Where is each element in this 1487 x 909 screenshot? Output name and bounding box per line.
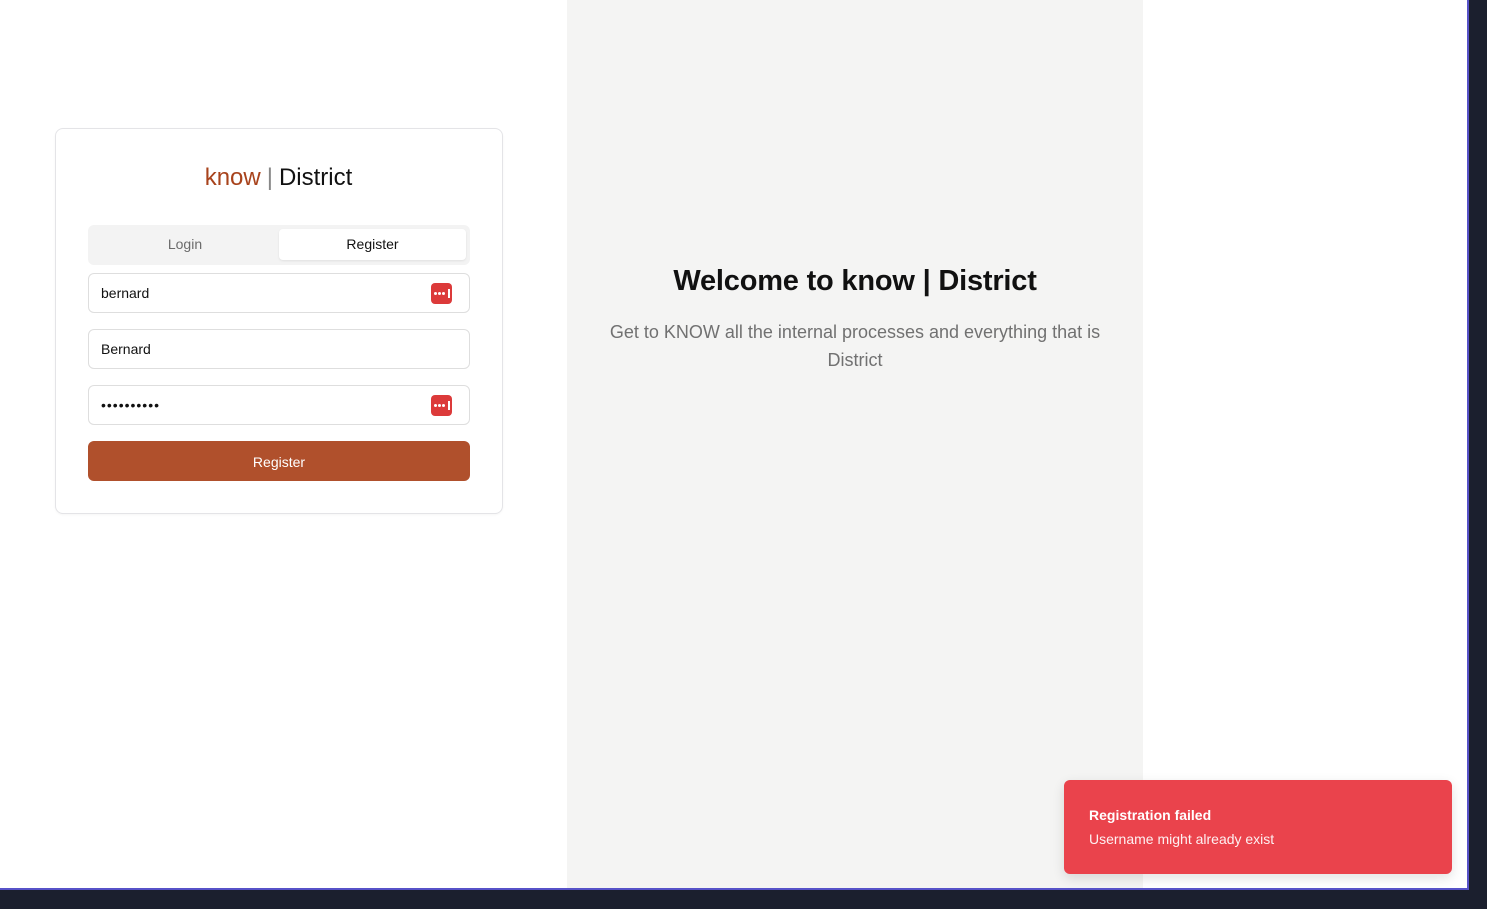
tab-register[interactable]: Register <box>279 229 466 260</box>
auth-tabs: Login Register <box>88 225 470 265</box>
tab-login[interactable]: Login <box>92 229 278 260</box>
display-name-input[interactable] <box>101 330 421 368</box>
display-name-field <box>88 329 470 369</box>
brand-know: know <box>204 164 261 191</box>
password-input[interactable] <box>101 386 421 424</box>
error-toast[interactable]: Registration failed Username might alrea… <box>1064 780 1452 874</box>
register-button[interactable]: Register <box>88 441 470 481</box>
password-manager-icon[interactable] <box>431 283 452 304</box>
brand-district: District <box>278 164 353 191</box>
brand-separator: | <box>266 164 273 191</box>
welcome-title: Welcome to know | District <box>673 265 1037 297</box>
username-input[interactable] <box>101 274 421 312</box>
toast-description: Username might already exist <box>1089 831 1275 847</box>
welcome-panel: Welcome to know | District Get to KNOW a… <box>567 0 1143 888</box>
password-manager-icon[interactable] <box>431 395 452 416</box>
brand-logo: know | District <box>0 163 557 193</box>
browser-viewport: know | District Login Register bernard B… <box>0 0 1469 890</box>
password-field <box>88 385 470 425</box>
toast-title: Registration failed <box>1089 807 1212 823</box>
username-field <box>88 273 470 313</box>
welcome-subtitle: Get to KNOW all the internal processes a… <box>609 322 1101 370</box>
